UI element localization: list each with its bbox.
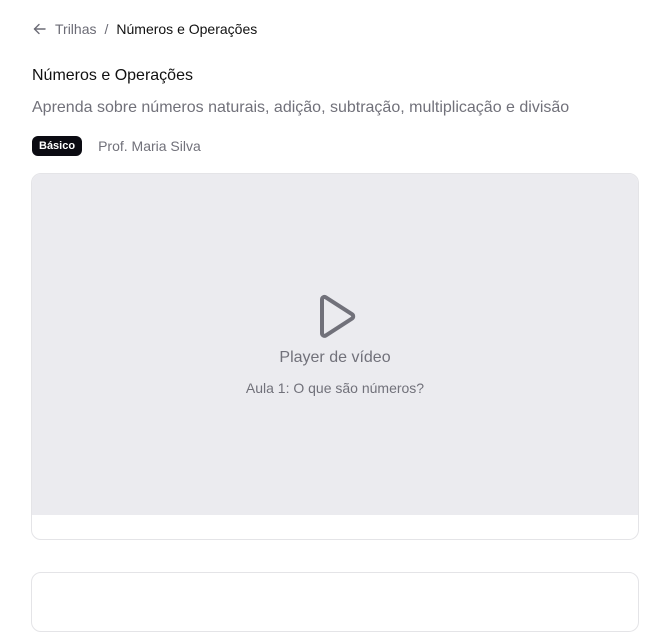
lesson-list-card: [31, 572, 639, 632]
breadcrumb: Trilhas / Números e Operações: [32, 20, 257, 38]
video-card: Player de vídeo Aula 1: O que são número…: [31, 173, 639, 540]
course-meta: Básico Prof. Maria Silva: [32, 136, 201, 156]
arrow-left-icon[interactable]: [32, 22, 46, 36]
video-player[interactable]: Player de vídeo Aula 1: O que são número…: [32, 174, 638, 515]
lesson-title: Aula 1: O que são números?: [245, 380, 425, 396]
page-subtitle: Aprenda sobre números naturais, adição, …: [32, 99, 570, 116]
instructor-name: Prof. Maria Silva: [98, 138, 201, 154]
level-badge: Básico: [32, 136, 83, 156]
breadcrumb-link-trilhas[interactable]: Trilhas: [55, 20, 97, 38]
player-label: Player de vídeo: [279, 349, 391, 366]
breadcrumb-current: Números e Operações: [116, 21, 258, 37]
page-title: Números e Operações: [32, 67, 193, 84]
play-icon[interactable]: [317, 294, 357, 338]
breadcrumb-separator: /: [104, 21, 109, 37]
